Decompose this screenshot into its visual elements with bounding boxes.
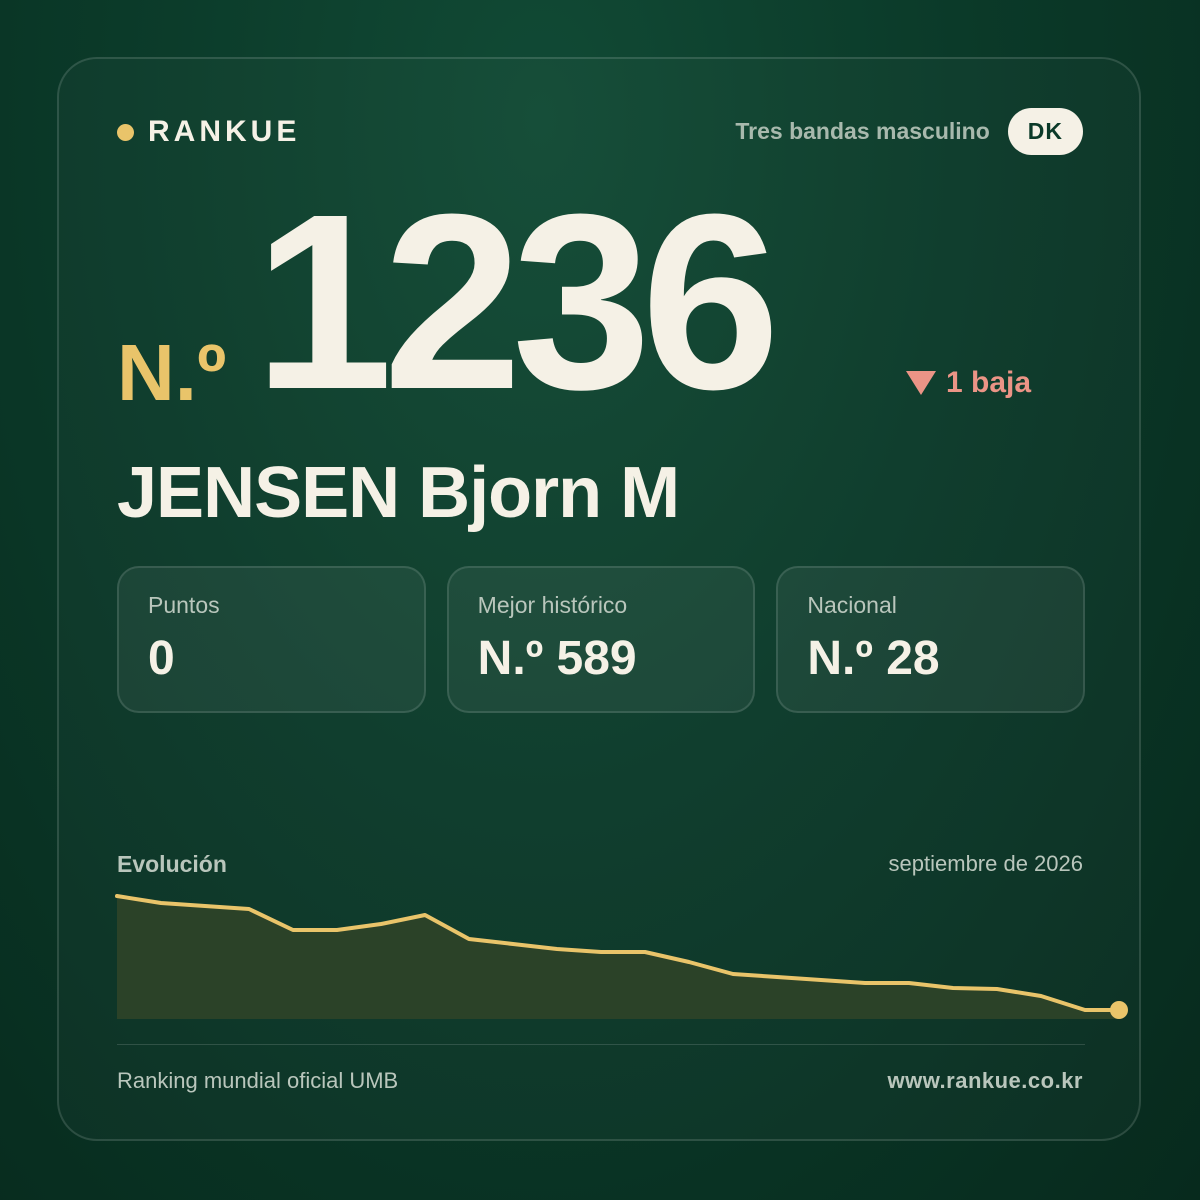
arrow-down-icon: [906, 371, 936, 395]
evolution-endpoint-dot: [1110, 1001, 1128, 1019]
header-meta: Tres bandas masculino DK: [735, 108, 1083, 155]
stat-national-rank: Nacional N.º 28: [776, 566, 1086, 713]
ranking-card: RANKUE Tres bandas masculino DK N.º 1236…: [57, 57, 1141, 1141]
source-label: Ranking mundial oficial UMB: [117, 1068, 399, 1093]
evolution-area: [117, 896, 1119, 1019]
brand: RANKUE: [117, 115, 300, 149]
country-badge: DK: [1007, 108, 1083, 155]
rank-change: 1 baja: [906, 366, 1031, 400]
evolution-date: septiembre de 2026: [888, 851, 1083, 876]
rank-number: 1236: [254, 162, 780, 441]
brand-name: RANKUE: [148, 115, 301, 148]
category-label: Tres bandas masculino: [735, 118, 990, 144]
player-name: JENSEN Bjorn M: [117, 453, 680, 533]
evolution-chart: [115, 894, 1128, 1019]
rank-change-text: 1 baja: [946, 366, 1032, 399]
stat-value: N.º 28: [807, 632, 940, 685]
rank-prefix: N.º: [117, 328, 227, 417]
footer-divider: [117, 1044, 1085, 1045]
stat-label: Mejor histórico: [477, 592, 628, 618]
website-link[interactable]: www.rankue.co.kr: [888, 1068, 1083, 1094]
evolution-title: Evolución: [117, 851, 227, 877]
stat-label: Nacional: [807, 592, 897, 618]
brand-dot-icon: [117, 123, 134, 141]
stat-best-rank: Mejor histórico N.º 589: [446, 566, 756, 713]
stat-label: Puntos: [148, 592, 220, 618]
stat-points: Puntos 0: [117, 566, 426, 713]
stat-value: N.º 589: [477, 632, 637, 685]
stats-row: Puntos 0 Mejor histórico N.º 589 Naciona…: [117, 566, 1086, 713]
stat-value: 0: [148, 632, 175, 685]
